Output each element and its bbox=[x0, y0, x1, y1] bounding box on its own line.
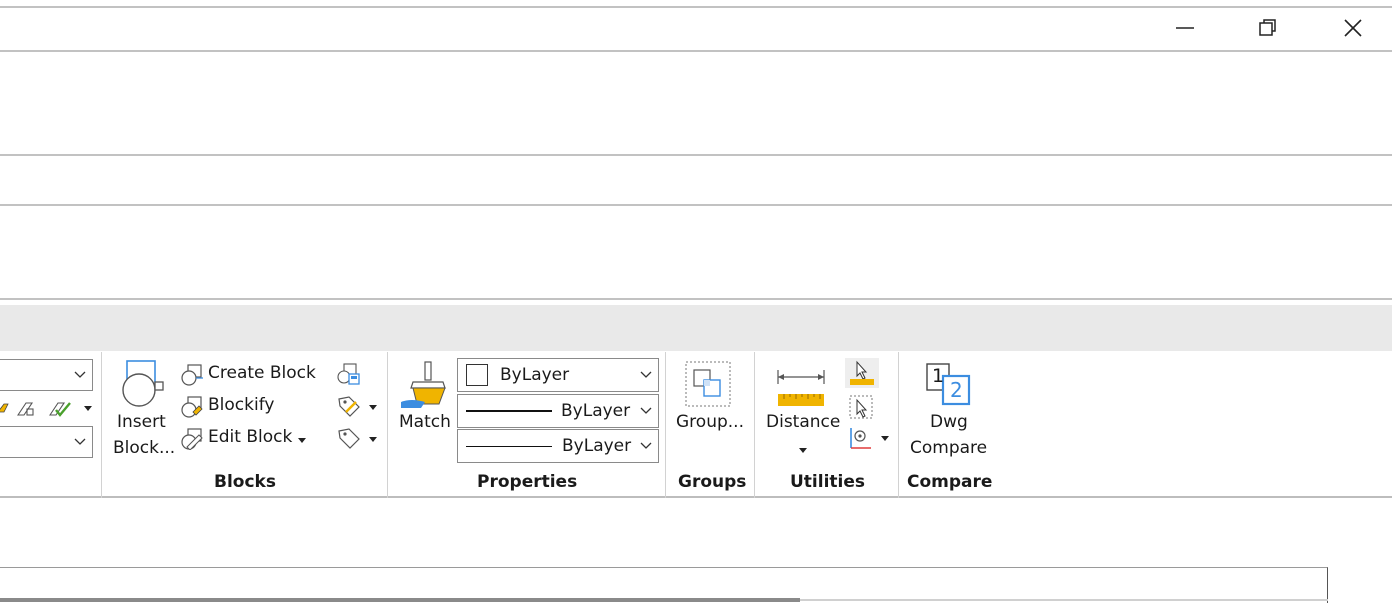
panel-separator bbox=[387, 352, 388, 498]
utilities-panel-title: Utilities bbox=[790, 472, 866, 492]
color-swatch bbox=[466, 364, 488, 386]
toolbar-divider-3 bbox=[0, 298, 1392, 300]
create-block-label: Create Block bbox=[208, 363, 316, 383]
match-label: Match bbox=[399, 412, 451, 432]
group-button[interactable]: Group... bbox=[672, 356, 748, 440]
dwg-compare-button[interactable]: 1 2 Dwg Compare bbox=[905, 356, 995, 464]
lineweight-sample bbox=[466, 446, 552, 447]
toolbar-divider-1 bbox=[0, 154, 1392, 156]
color-combo[interactable]: ByLayer bbox=[457, 358, 659, 392]
insert-label-line2: Block... bbox=[113, 438, 176, 458]
panel-separator bbox=[101, 352, 102, 498]
attribute-tag-icon bbox=[338, 396, 360, 417]
dropdown-arrow-icon bbox=[298, 438, 306, 443]
compare-icon-number-2: 2 bbox=[950, 378, 963, 402]
compare-panel-title: Compare bbox=[907, 472, 993, 492]
block-library-button[interactable] bbox=[336, 362, 362, 388]
insert-block-button[interactable]: Insert Block... bbox=[108, 356, 176, 464]
edit-block-button[interactable]: Edit Block bbox=[181, 426, 311, 452]
dropdown-arrow-icon bbox=[369, 405, 377, 410]
panel-separator bbox=[665, 352, 666, 498]
select-cursor-icon bbox=[849, 395, 873, 419]
blocks-panel-title: Blocks bbox=[214, 472, 276, 492]
lineweight-combo[interactable]: ByLayer bbox=[457, 429, 659, 463]
close-icon bbox=[1344, 19, 1362, 37]
layer-tools-icons bbox=[0, 402, 92, 417]
group-icon bbox=[685, 361, 731, 407]
linetype-sample bbox=[466, 410, 552, 412]
compare-icon-number-1: 1 bbox=[932, 365, 945, 387]
measure-distance-icon bbox=[777, 370, 825, 406]
attribute-manager-button[interactable] bbox=[336, 426, 382, 452]
group-label: Group... bbox=[676, 412, 744, 432]
chevron-down-icon bbox=[74, 371, 86, 378]
groups-panel-title: Groups bbox=[678, 472, 747, 492]
ribbon-tab-strip bbox=[0, 305, 1392, 351]
layer-check-icon bbox=[48, 402, 71, 417]
create-block-button[interactable]: Create Block bbox=[181, 362, 321, 388]
block-attribute-button[interactable] bbox=[336, 394, 382, 420]
distance-label: Distance bbox=[766, 412, 841, 432]
lineweight-value: ByLayer bbox=[562, 436, 632, 456]
panel-separator bbox=[898, 352, 899, 498]
tag-icon bbox=[338, 428, 360, 449]
layer-state-combo[interactable] bbox=[0, 426, 93, 458]
edit-block-icon bbox=[181, 428, 203, 450]
id-point-button[interactable] bbox=[845, 394, 879, 422]
blockify-button[interactable]: Blockify bbox=[181, 394, 291, 420]
dropdown-arrow-icon bbox=[881, 436, 889, 441]
horizontal-scrollbar-thumb[interactable] bbox=[0, 598, 800, 602]
chevron-down-icon bbox=[640, 407, 652, 414]
title-bar-top-border bbox=[0, 6, 1392, 8]
close-button[interactable] bbox=[1335, 10, 1371, 46]
block-library-icon bbox=[337, 363, 360, 385]
layer-combo[interactable] bbox=[0, 359, 93, 391]
chevron-down-icon bbox=[640, 371, 652, 378]
quick-measure-icon bbox=[850, 360, 874, 385]
layer-lock-icon bbox=[16, 402, 34, 416]
blockify-label: Blockify bbox=[208, 395, 275, 415]
properties-panel-title: Properties bbox=[477, 472, 578, 492]
match-properties-button[interactable]: Match bbox=[394, 356, 456, 440]
panel-separator bbox=[754, 352, 755, 498]
restore-button[interactable] bbox=[1250, 10, 1286, 46]
edit-block-label: Edit Block bbox=[208, 427, 293, 447]
distance-button[interactable]: Distance bbox=[762, 356, 842, 464]
toolbar-divider-2 bbox=[0, 204, 1392, 206]
paintbrush-icon bbox=[401, 361, 446, 408]
linetype-combo[interactable]: ByLayer bbox=[457, 394, 659, 428]
coordinate-icon bbox=[850, 428, 871, 449]
insert-label-line1: Insert bbox=[117, 412, 166, 432]
insert-block-icon bbox=[122, 360, 164, 407]
linetype-value: ByLayer bbox=[561, 401, 631, 421]
chevron-down-icon bbox=[74, 438, 86, 445]
chevron-down-icon bbox=[640, 442, 652, 449]
dropdown-arrow-icon bbox=[799, 448, 807, 453]
horizontal-scrollbar-track[interactable] bbox=[800, 599, 1328, 601]
dwg-compare-label-line1: Dwg bbox=[930, 412, 968, 432]
quick-measure-button[interactable] bbox=[845, 358, 879, 388]
restore-icon bbox=[1259, 19, 1276, 36]
dwg-compare-label-line2: Compare bbox=[910, 438, 988, 458]
color-value: ByLayer bbox=[500, 365, 570, 385]
blockify-icon bbox=[181, 396, 203, 418]
minimize-button[interactable] bbox=[1167, 10, 1203, 46]
create-block-icon bbox=[181, 364, 203, 386]
title-bar-bottom-border bbox=[0, 50, 1392, 52]
layer-tool-row bbox=[0, 396, 100, 420]
dwg-compare-icon bbox=[926, 363, 971, 406]
minimize-icon bbox=[1176, 27, 1194, 29]
ribbon-bottom-border bbox=[0, 496, 1392, 498]
dropdown-arrow-icon bbox=[369, 437, 377, 442]
locate-point-button[interactable] bbox=[845, 424, 893, 454]
